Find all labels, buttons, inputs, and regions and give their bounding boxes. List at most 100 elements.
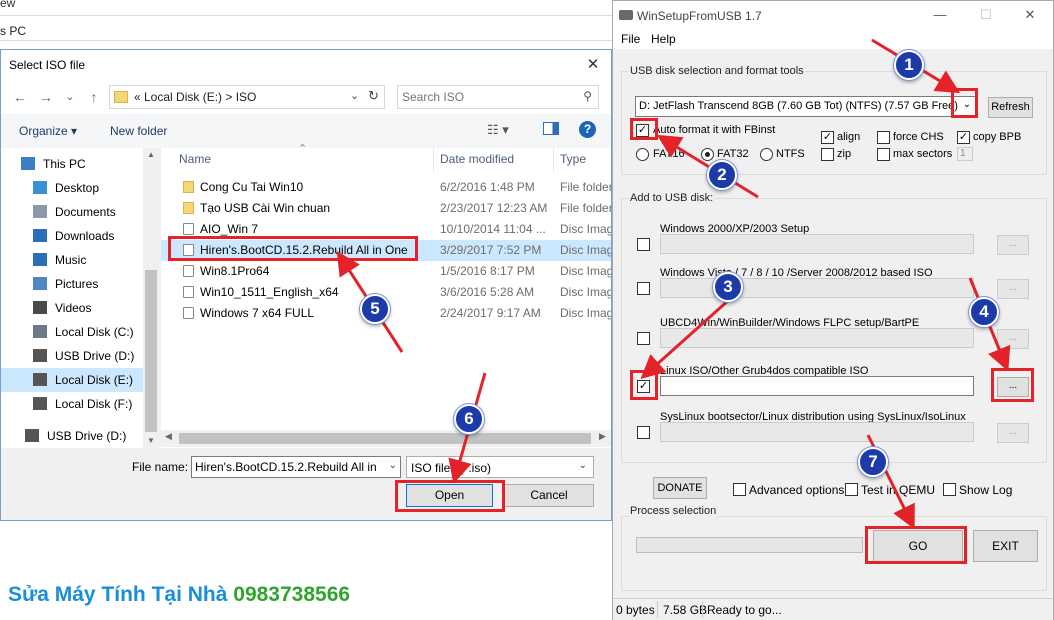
fat32-radio[interactable]: [701, 148, 714, 161]
new-folder-button[interactable]: New folder: [110, 124, 167, 138]
select-iso-dialog: Select ISO file ✕ ← → ⌄ ↑ « Local Disk (…: [0, 49, 612, 521]
copy-bpb-checkbox[interactable]: ✓: [957, 131, 970, 144]
source-checkbox[interactable]: [637, 282, 650, 295]
nav-item-label: USB Drive (D:): [47, 429, 127, 443]
menu-file[interactable]: File: [621, 32, 640, 46]
browse-button[interactable]: ...: [997, 329, 1029, 349]
file-type: File folder: [560, 201, 611, 215]
divider: [657, 601, 658, 618]
usb-disk-select[interactable]: D: JetFlash Transcend 8GB (7.60 GB Tot) …: [635, 96, 978, 117]
close-icon[interactable]: ✕: [581, 54, 605, 76]
up-arrow-icon[interactable]: ↑: [85, 88, 103, 106]
nav-item[interactable]: Local Disk (C:): [1, 320, 143, 344]
scrollbar-thumb[interactable]: [179, 433, 591, 444]
chevron-down-icon[interactable]: ⌄: [350, 89, 359, 102]
drive-icon: [33, 397, 47, 410]
source-path-input[interactable]: [660, 376, 974, 396]
file-type: Disc Image: [560, 264, 611, 278]
address-bar[interactable]: « Local Disk (E:) > ISO ⌄ ↻: [109, 85, 385, 109]
nav-item[interactable]: Pictures: [1, 272, 143, 296]
file-name-label: File name:: [132, 460, 189, 474]
align-checkbox[interactable]: ✓: [821, 131, 834, 144]
column-header-date[interactable]: Date modified: [440, 152, 514, 172]
status-bar: 0 bytes 7.58 GB Ready to go...: [613, 598, 1053, 620]
source-checkbox[interactable]: [637, 426, 650, 439]
nav-item[interactable]: This PC: [0, 152, 131, 176]
background-explorer-window: ew s PC: [0, 0, 612, 50]
file-row[interactable]: Cong Cu Tai Win10 6/2/2016 1:48 PM File fo…: [161, 177, 611, 198]
source-path-input[interactable]: [660, 234, 974, 254]
disc-image-icon: [183, 223, 194, 235]
force-chs-checkbox[interactable]: [877, 131, 890, 144]
scrollbar-thumb[interactable]: [145, 270, 157, 432]
column-header-name[interactable]: Name: [179, 152, 211, 172]
column-separator[interactable]: [553, 148, 554, 172]
nav-item[interactable]: Local Disk (F:): [1, 392, 143, 416]
view-options-icon[interactable]: ☷ ▾: [487, 122, 509, 138]
nav-pane-scrollbar[interactable]: ▲ ▼: [143, 148, 159, 448]
nav-item-label: Local Disk (C:): [55, 325, 134, 339]
divider: [0, 15, 612, 16]
ntfs-radio[interactable]: [760, 148, 773, 161]
file-row[interactable]: Tạo USB Cài Win chuan 2/23/2017 12:23 AM F…: [161, 198, 611, 219]
scroll-right-icon[interactable]: ▶: [599, 431, 606, 442]
donate-button[interactable]: DONATE: [653, 477, 707, 499]
scroll-down-icon[interactable]: ▼: [147, 436, 155, 445]
source-checkbox[interactable]: [637, 332, 650, 345]
show-log-checkbox[interactable]: [943, 483, 956, 496]
videos-icon: [33, 301, 47, 314]
cancel-button[interactable]: Cancel: [504, 484, 594, 507]
scroll-left-icon[interactable]: ◀: [165, 431, 172, 442]
minimize-icon[interactable]: —: [929, 7, 951, 25]
maximize-icon[interactable]: ☐: [975, 7, 997, 25]
pictures-icon: [33, 277, 47, 290]
column-header-type[interactable]: Type: [560, 152, 586, 172]
file-row[interactable]: Win8.1Pro64 1/5/2016 8:17 PM Disc Image: [161, 261, 611, 282]
max-sectors-input[interactable]: 1: [957, 147, 973, 161]
nav-item[interactable]: USB Drive (D:): [0, 424, 135, 448]
recent-locations-chevron-icon[interactable]: ⌄: [61, 88, 79, 106]
organize-menu[interactable]: Organize ▾: [19, 124, 77, 138]
nav-item[interactable]: Downloads: [1, 224, 143, 248]
source-path-input[interactable]: [660, 422, 974, 442]
refresh-button[interactable]: Refresh: [988, 97, 1033, 118]
browse-button[interactable]: ...: [997, 235, 1029, 255]
pc-icon: [21, 157, 35, 170]
menu-help[interactable]: Help: [651, 32, 676, 46]
file-name-input[interactable]: [195, 460, 380, 474]
test-qemu-checkbox[interactable]: [845, 483, 858, 496]
file-type-select[interactable]: ISO files (*.iso) ⌄: [406, 456, 594, 478]
zip-label: zip: [837, 148, 852, 160]
max-sectors-checkbox[interactable]: [877, 148, 890, 161]
horizontal-scrollbar[interactable]: ◀ ▶: [161, 430, 611, 447]
source-path-input[interactable]: [660, 328, 974, 348]
address-path[interactable]: « Local Disk (E:) > ISO: [134, 90, 256, 104]
nav-item[interactable]: Music: [1, 248, 143, 272]
zip-checkbox[interactable]: [821, 148, 834, 161]
nav-item-label: Pictures: [55, 277, 99, 291]
close-icon[interactable]: ✕: [1019, 7, 1041, 25]
source-checkbox[interactable]: [637, 238, 650, 251]
nav-item[interactable]: Documents: [1, 200, 143, 224]
forward-arrow-icon[interactable]: →: [37, 88, 55, 106]
scroll-up-icon[interactable]: ▲: [147, 150, 155, 159]
source-path-input[interactable]: [660, 278, 974, 298]
preview-pane-icon[interactable]: [543, 122, 559, 135]
help-icon[interactable]: ?: [579, 121, 596, 138]
fat16-radio[interactable]: [636, 148, 649, 161]
browse-button[interactable]: ...: [997, 279, 1029, 299]
advanced-options-checkbox[interactable]: [733, 483, 746, 496]
refresh-icon[interactable]: ↻: [368, 88, 379, 104]
back-arrow-icon[interactable]: ←: [11, 88, 29, 106]
nav-item[interactable]: Local Disk (E:): [1, 368, 143, 392]
nav-item[interactable]: Desktop: [1, 176, 143, 200]
search-input[interactable]: [402, 89, 572, 105]
nav-item[interactable]: USB Drive (D:): [1, 344, 143, 368]
exit-button[interactable]: EXIT: [973, 530, 1038, 562]
show-log-label: Show Log: [959, 483, 1013, 497]
nav-item[interactable]: Videos: [1, 296, 143, 320]
column-separator[interactable]: [433, 148, 434, 172]
chevron-down-icon[interactable]: ⌄: [389, 460, 397, 471]
browse-button[interactable]: ...: [997, 423, 1029, 443]
search-icon: ⚲: [583, 89, 592, 103]
